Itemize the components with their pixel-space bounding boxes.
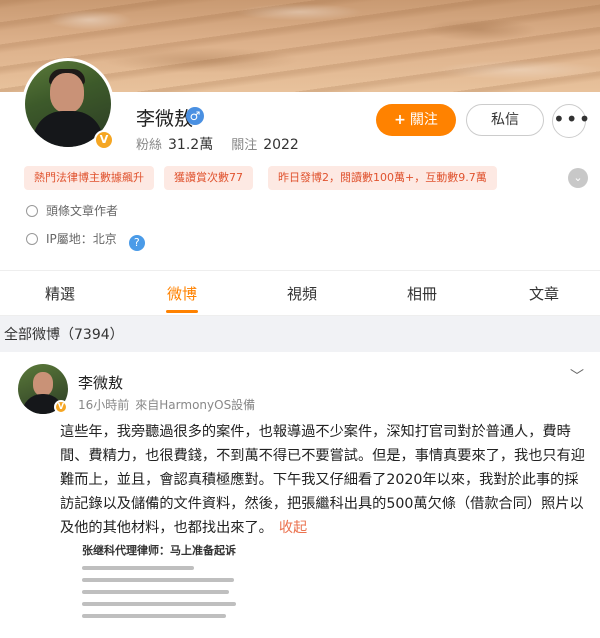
profile-tabs: 精選 微博 視頻 相冊 文章 — [0, 270, 600, 316]
message-button[interactable]: 私信 — [466, 104, 544, 136]
post-card: V 李微敖 16小時前 來自HarmonyOS設備 ﹀ 這些年，我旁聽過很多的案件… — [0, 352, 600, 638]
tag-yesterday-stats[interactable]: 昨日發博2，閱讀數100萬+，互動數9.7萬 — [268, 166, 497, 190]
post-source: 來自HarmonyOS設備 — [135, 398, 256, 412]
chevron-down-icon[interactable]: ⌄ — [568, 168, 588, 188]
post-author-name[interactable]: 李微敖 — [78, 372, 123, 393]
tag-appreciation-count[interactable]: 獲讚賞次數77 — [164, 166, 253, 190]
follow-button-label: 關注 — [409, 112, 438, 128]
tab-featured[interactable]: 精選 — [30, 271, 90, 317]
profile-tags: 熱門法律博主數據飆升 獲讚賞次數77 昨日發博2，閱讀數100萬+，互動數9.7… — [24, 166, 594, 192]
ip-location-label: IP屬地：北京 — [46, 232, 117, 246]
tab-articles[interactable]: 文章 — [514, 271, 574, 317]
verified-icon: V — [94, 130, 114, 150]
fans-count[interactable]: 31.2萬 — [168, 137, 213, 153]
collapse-link[interactable]: 收起 — [279, 520, 307, 536]
post-meta: 16小時前 來自HarmonyOS設備 — [78, 396, 261, 413]
all-posts-count: 全部微博（7394） — [4, 327, 124, 343]
more-options-icon[interactable]: ••• — [552, 104, 590, 138]
profile-stats: 粉絲 31.2萬 關注 2022 — [136, 134, 317, 154]
tab-videos[interactable]: 視頻 — [272, 271, 332, 317]
tab-albums[interactable]: 相冊 — [392, 271, 452, 317]
post-image[interactable]: 张继科代理律师：马上准备起诉 — [82, 542, 242, 638]
post-body: 這些年，我旁聽過很多的案件，也報導過不少案件，深知打官司對於普通人，費時間、費精… — [60, 420, 590, 540]
post-time[interactable]: 16小時前 — [78, 398, 129, 412]
following-count[interactable]: 2022 — [263, 137, 299, 153]
tab-weibo[interactable]: 微博 — [152, 271, 212, 317]
profile-page: V 李微敖 ♂ 粉絲 31.2萬 關注 2022 + 關注 私信 ••• 熱門法律博主數… — [0, 0, 600, 638]
headline-author-label: 頭條文章作者 — [46, 204, 119, 218]
post-image-title: 张继科代理律师：马上准备起诉 — [82, 544, 236, 557]
chevron-down-icon[interactable]: ﹀ — [570, 366, 584, 386]
badge-icon — [26, 205, 38, 217]
ip-location-row: IP屬地：北京? — [26, 230, 145, 251]
help-icon[interactable]: ? — [128, 235, 145, 251]
following-label: 關注 — [231, 138, 258, 153]
headline-author-row: 頭條文章作者 — [26, 202, 118, 219]
profile-name: 李微敖 — [136, 108, 194, 130]
location-icon — [26, 233, 38, 245]
post-text: 這些年，我旁聽過很多的案件，也報導過不少案件，深知打官司對於普通人，費時間、費精… — [60, 424, 585, 536]
follow-button[interactable]: + 關注 — [376, 104, 456, 136]
tag-hot-legal-blogger[interactable]: 熱門法律博主數據飆升 — [24, 166, 154, 190]
profile-card: V 李微敖 ♂ 粉絲 31.2萬 關注 2022 + 關注 私信 ••• 熱門法律博主數… — [0, 58, 600, 270]
verified-icon: V — [54, 400, 68, 414]
plus-icon: + — [394, 112, 406, 128]
male-gender-icon: ♂ — [186, 107, 204, 125]
fans-label: 粉絲 — [136, 138, 163, 153]
